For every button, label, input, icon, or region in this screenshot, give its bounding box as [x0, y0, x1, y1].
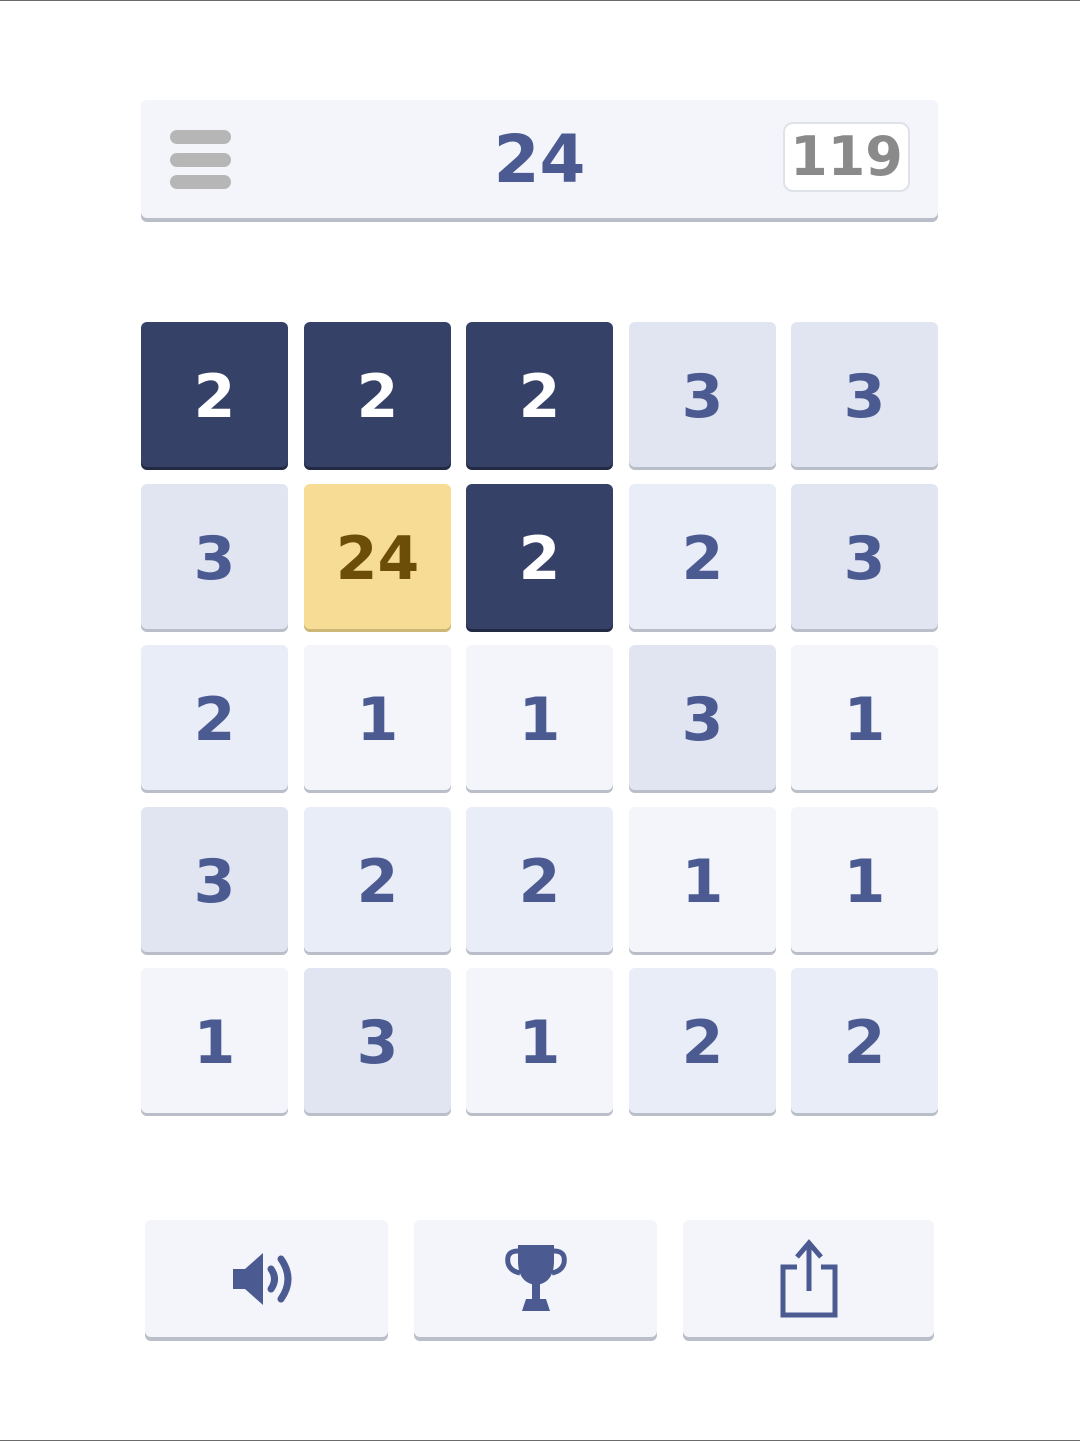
- board-tile[interactable]: 2: [629, 968, 776, 1113]
- sound-button[interactable]: [145, 1220, 388, 1337]
- board-tile[interactable]: 3: [629, 322, 776, 467]
- trophy-icon: [504, 1244, 567, 1311]
- board-tile[interactable]: 2: [304, 322, 451, 467]
- board-tile[interactable]: 1: [466, 968, 613, 1113]
- header-bar: 24 119: [141, 100, 938, 218]
- board-tile[interactable]: 2: [466, 322, 613, 467]
- board-tile[interactable]: 1: [141, 968, 288, 1113]
- board-tile[interactable]: 24: [304, 484, 451, 629]
- board-tile[interactable]: 2: [141, 645, 288, 790]
- speaker-icon: [232, 1252, 291, 1305]
- board-tile[interactable]: 2: [791, 968, 938, 1113]
- board-tile[interactable]: 3: [791, 322, 938, 467]
- board-tile[interactable]: 3: [791, 484, 938, 629]
- board-tile[interactable]: 1: [304, 645, 451, 790]
- board-tile[interactable]: 1: [791, 645, 938, 790]
- board-tile[interactable]: 3: [304, 968, 451, 1113]
- board-tile[interactable]: 2: [141, 322, 288, 467]
- game-board: 2 2 2 3 3 3 24 2 2 3 2 1 1 3 1 3 2 2 1 1 1 3 1 2 2: [141, 322, 939, 1114]
- board-tile[interactable]: 1: [791, 807, 938, 952]
- board-tile[interactable]: 2: [466, 484, 613, 629]
- leaderboard-button[interactable]: [414, 1220, 657, 1337]
- board-tile[interactable]: 1: [466, 645, 613, 790]
- board-tile[interactable]: 3: [141, 807, 288, 952]
- share-button[interactable]: [683, 1220, 934, 1337]
- board-tile[interactable]: 2: [466, 807, 613, 952]
- share-icon: [780, 1238, 837, 1317]
- board-tile[interactable]: 3: [629, 645, 776, 790]
- moves-counter: 119: [783, 122, 910, 192]
- board-tile[interactable]: 2: [304, 807, 451, 952]
- board-tile[interactable]: 3: [141, 484, 288, 629]
- board-tile[interactable]: 1: [629, 807, 776, 952]
- board-tile[interactable]: 2: [629, 484, 776, 629]
